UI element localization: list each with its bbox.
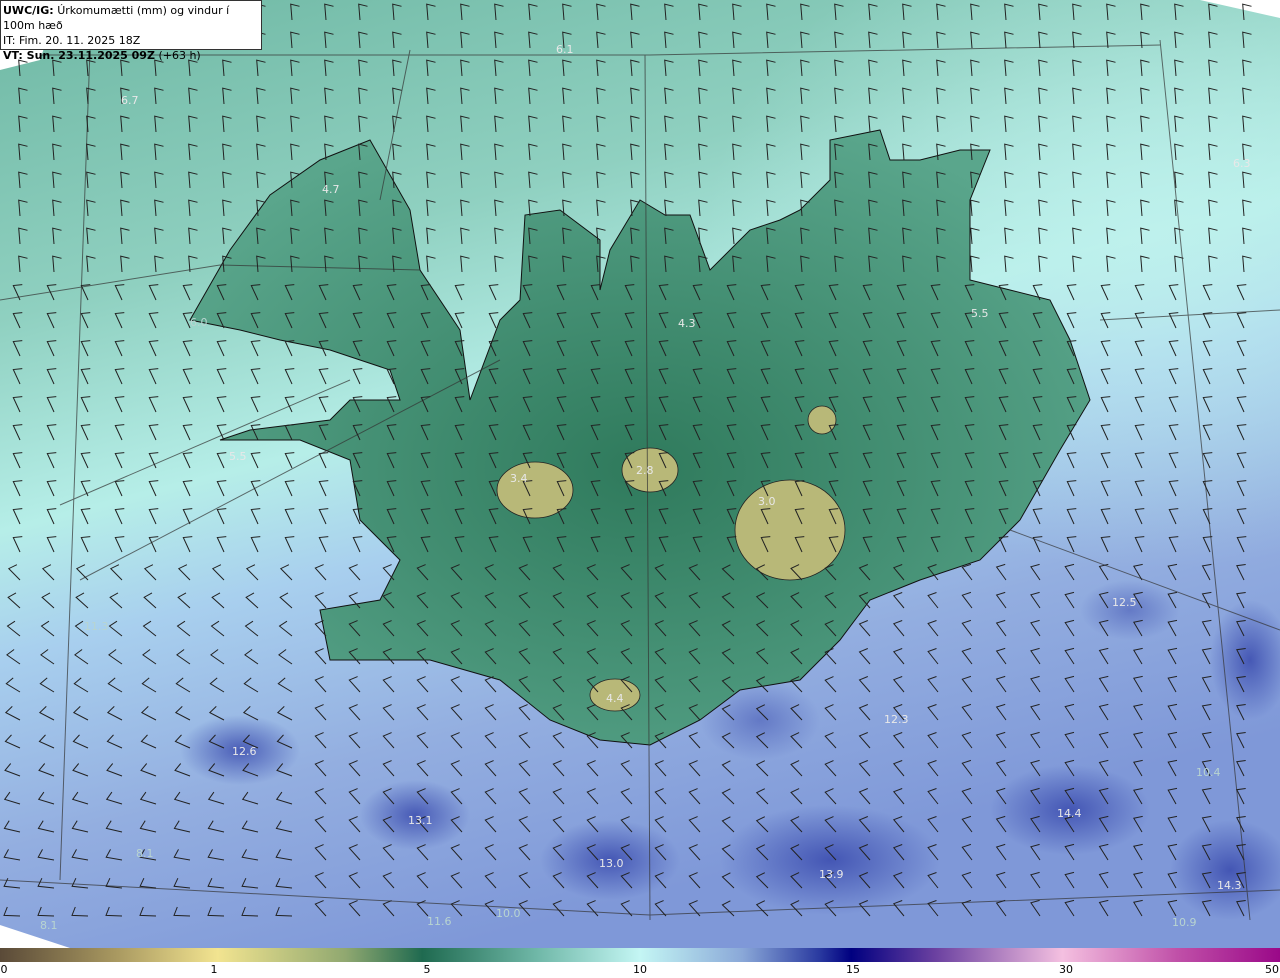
forecast-hour: (+63 h) [158,49,201,62]
map-label: 10.0 [496,907,521,920]
map-label: 12.5 [1112,596,1137,609]
colorbar-tick: 15 [846,963,860,976]
map-label: 13.0 [599,857,624,870]
map-label: 6.1 [556,43,574,56]
map-label: 14.4 [1057,807,1082,820]
map-label: 14.3 [1217,879,1242,892]
map-label: 13.1 [408,814,433,827]
precipitation-wind-map[interactable]: 6.1 6.7 4.7 6.3 4.3 5.5 5.5 3.4 2.8 3.0 … [0,0,1280,948]
map-label: 8.1 [40,919,58,932]
map-label: 12.3 [884,713,909,726]
map-label: 5.5 [971,307,989,320]
colorbar-tick: 50 [1265,963,1279,976]
map-label: 13.9 [819,868,844,881]
colorbar [0,948,1280,962]
colorbar-tick: 0 [0,963,8,976]
map-label: 11.6 [427,915,452,928]
init-time: IT: Fim. 20. 11. 2025 18Z [3,34,141,47]
map-label: 10.9 [1172,916,1197,929]
map-label: 10.4 [1196,766,1221,779]
map-label: 4.7 [322,183,340,196]
colorbar-tick: 5 [423,963,431,976]
product-code: UWC/IG: [3,4,54,17]
colorbar-tick: 30 [1059,963,1073,976]
valid-time: VT: Sun. 23.11.2025 09Z (+63 h) [3,48,257,63]
map-label: 3.4 [510,472,528,485]
map-label: 6.7 [121,94,139,107]
colorbar-tick: 10 [633,963,647,976]
colorbar-tick: 1 [210,963,218,976]
valid-time-date: VT: Sun. 23.11.2025 09Z [3,49,155,62]
map-title: UWC/IG: Úrkomumætti (mm) og vindur í 100… [3,3,257,33]
map-label: 5.5 [229,450,247,463]
map-label: 6.0 [190,316,208,329]
colorbar-ticks: 0 1 5 10 15 30 50 [0,962,1280,978]
map-label: 4.3 [678,317,696,330]
map-label: 3.0 [758,495,776,508]
map-label: 2.8 [636,464,654,477]
map-label: 11.3 [84,620,109,633]
map-label: 8.1 [136,847,154,860]
map-label: 12.6 [232,745,257,758]
map-label: 4.4 [606,692,624,705]
map-info-box: UWC/IG: Úrkomumætti (mm) og vindur í 100… [0,0,262,62]
map-label: 6.3 [1233,157,1251,170]
